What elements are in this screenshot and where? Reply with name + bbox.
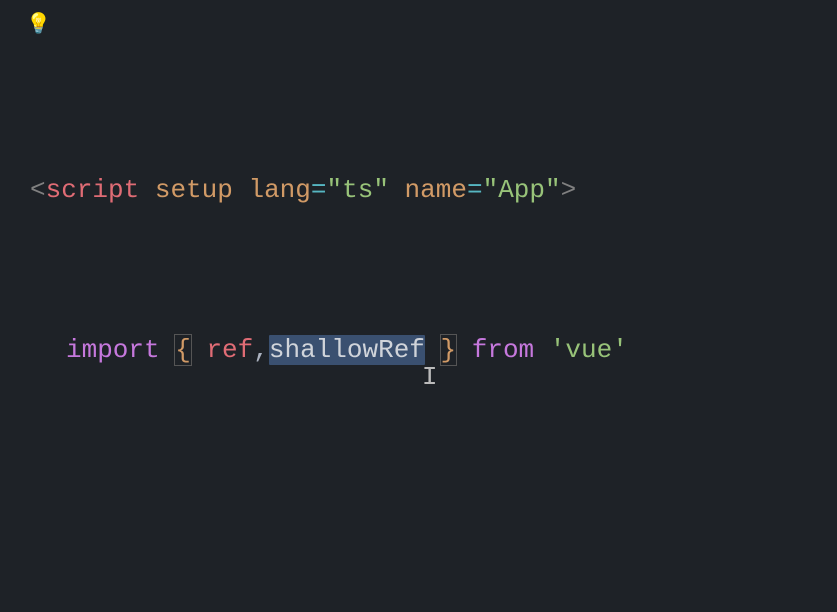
equals: = bbox=[311, 175, 327, 205]
space bbox=[389, 175, 405, 205]
identifier-ref: ref bbox=[206, 335, 253, 365]
attr-lang: lang bbox=[248, 175, 310, 205]
brace-open: { bbox=[174, 334, 192, 366]
code-editor[interactable]: 💡 <script setup lang="ts" name="App"> im… bbox=[0, 0, 837, 612]
space bbox=[191, 335, 207, 365]
space bbox=[139, 175, 155, 205]
quote: ' bbox=[612, 335, 628, 365]
quote: " bbox=[483, 175, 499, 205]
quote: " bbox=[373, 175, 389, 205]
tag-name: script bbox=[46, 175, 140, 205]
comma: , bbox=[253, 335, 269, 365]
code-line: <script setup lang="ts" name="App"> bbox=[20, 170, 837, 210]
space bbox=[456, 335, 472, 365]
code-line: import { ref,shallowRef } from 'vue' bbox=[20, 330, 837, 370]
quote: " bbox=[545, 175, 561, 205]
keyword-from: from bbox=[472, 335, 534, 365]
selection: shallowRef bbox=[269, 335, 425, 365]
attr-setup: setup bbox=[155, 175, 233, 205]
keyword-import: import bbox=[66, 335, 160, 365]
attr-value-name: App bbox=[498, 175, 545, 205]
lightbulb-icon[interactable]: 💡 bbox=[26, 6, 51, 46]
blank-line bbox=[20, 490, 837, 530]
quote: " bbox=[327, 175, 343, 205]
space bbox=[160, 335, 176, 365]
identifier-shallowref: shallowRef bbox=[269, 335, 425, 365]
quote: ' bbox=[550, 335, 566, 365]
space bbox=[534, 335, 550, 365]
attr-name: name bbox=[405, 175, 467, 205]
brace-close: } bbox=[440, 334, 458, 366]
equals: = bbox=[467, 175, 483, 205]
space bbox=[233, 175, 249, 205]
tag-open-bracket: < bbox=[30, 175, 46, 205]
attr-value-lang: ts bbox=[342, 175, 373, 205]
module-name: vue bbox=[565, 335, 612, 365]
tag-close-bracket: > bbox=[561, 175, 577, 205]
